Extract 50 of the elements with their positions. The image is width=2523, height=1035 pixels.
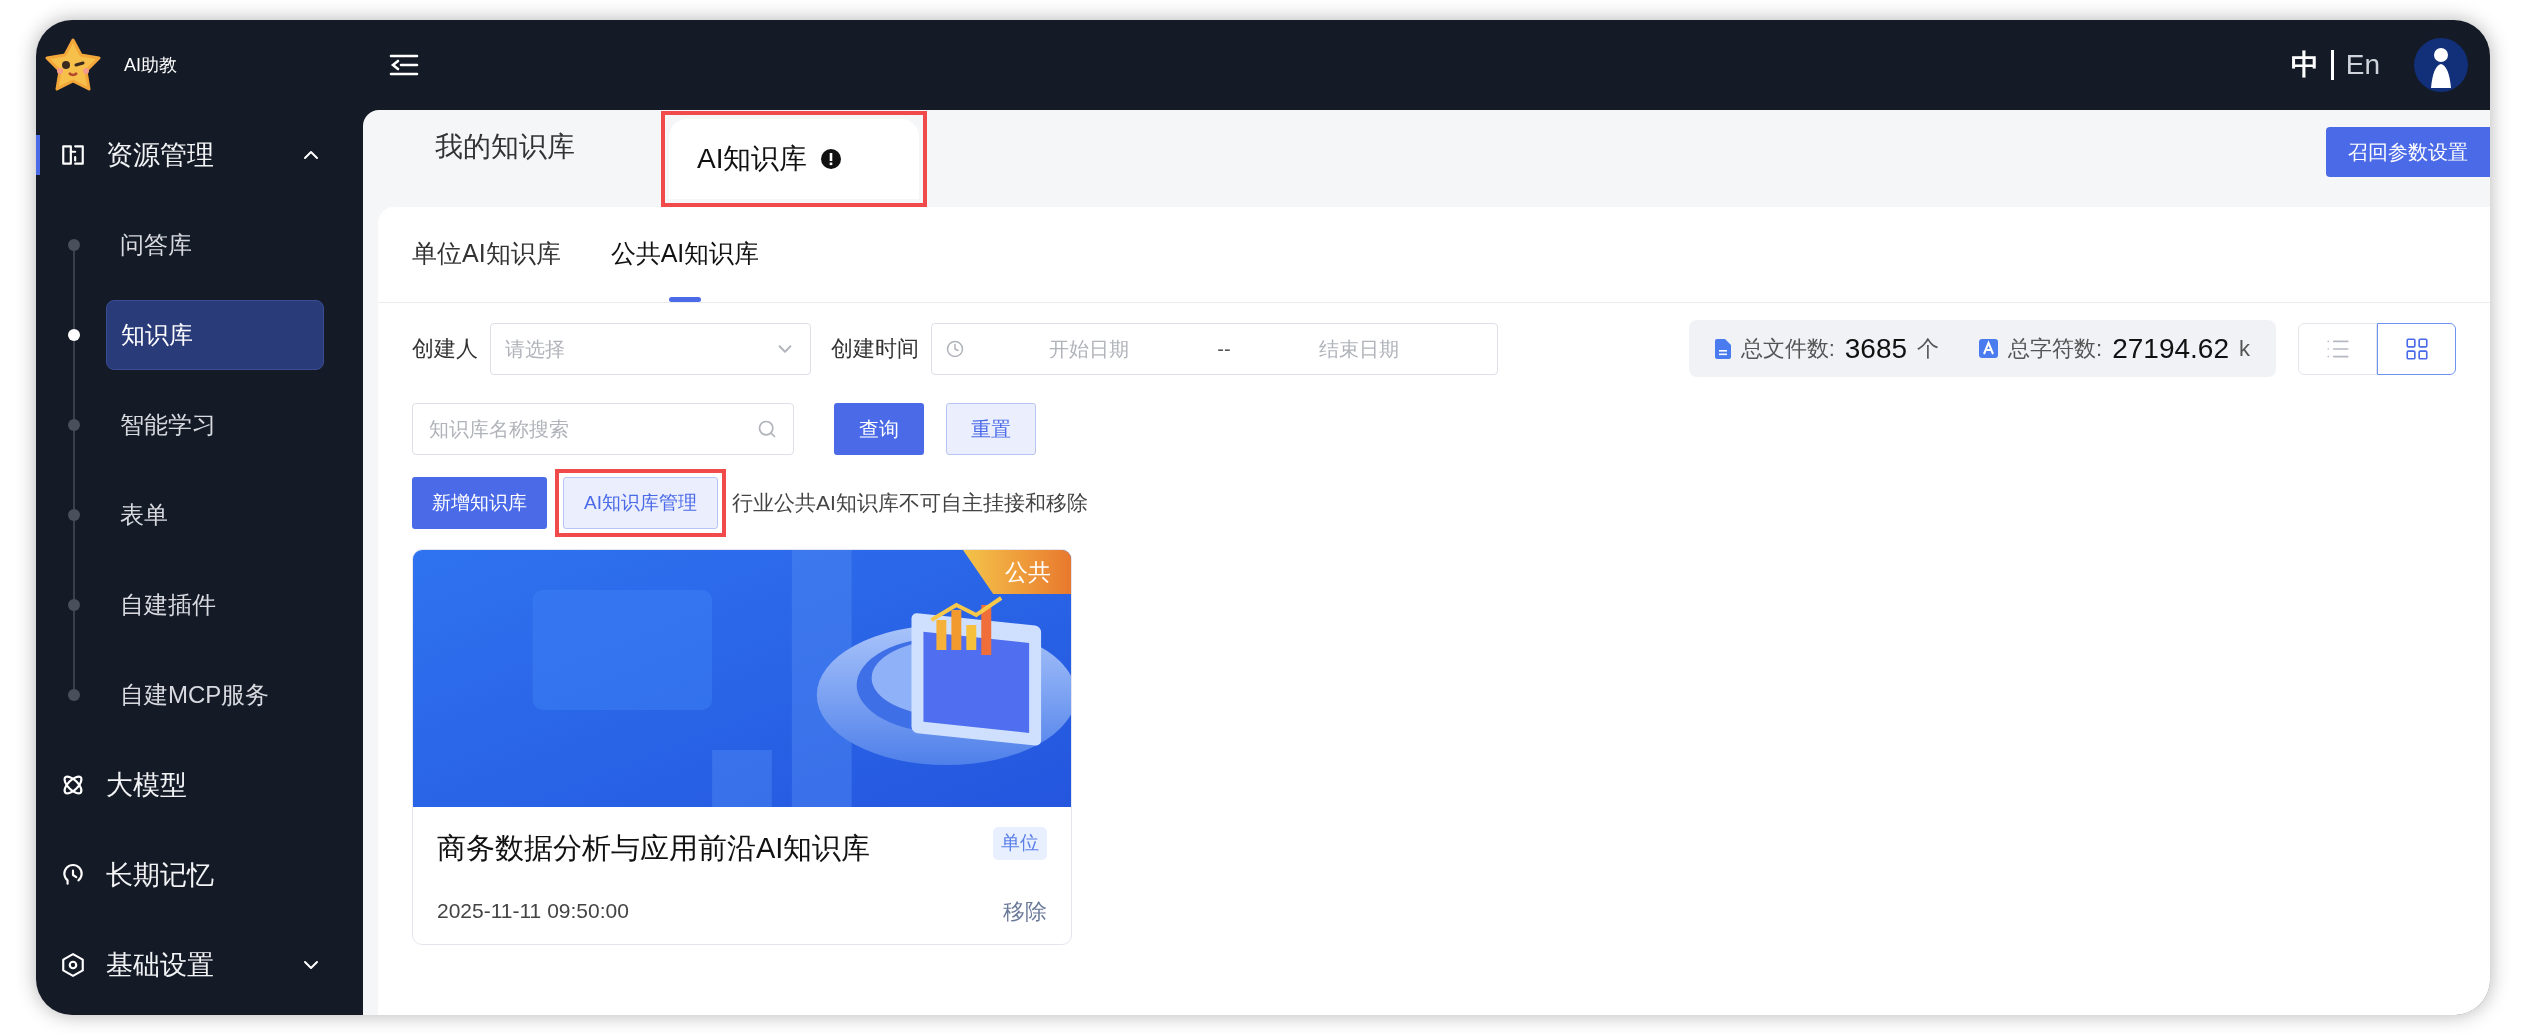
filter-label: 创建时间	[831, 335, 919, 363]
remove-link[interactable]: 移除	[1003, 894, 1047, 928]
card-title: 商务数据分析与应用前沿AI知识库	[437, 831, 872, 866]
stat-unit: 个	[1917, 335, 1940, 363]
date-range-field[interactable]: 开始日期 -- 结束日期	[931, 322, 1498, 375]
clock-head-icon	[60, 862, 86, 888]
menu-fold-icon[interactable]	[389, 53, 419, 77]
recall-settings-button[interactable]: 召回参数设置	[2326, 127, 2490, 177]
sub-tab[interactable]: 单位AI知识库	[412, 206, 561, 302]
star-mascot-icon	[44, 38, 102, 92]
unit-tag: 单位	[993, 827, 1047, 860]
language-option[interactable]: En	[2345, 44, 2380, 86]
submenu-item[interactable]: 问答库	[106, 210, 324, 280]
sidebar-menu-item[interactable]: 大模型	[36, 740, 363, 830]
card-date: 2025-11-11 09:50:00	[437, 898, 630, 925]
reset-button[interactable]: 重置	[946, 403, 1036, 455]
font-icon	[1979, 339, 1999, 358]
exclamation-icon	[821, 149, 842, 169]
hexagon-settings-icon	[60, 952, 86, 978]
stat-value: 27194.62	[2112, 331, 2229, 366]
submenu-item[interactable]: 知识库	[106, 300, 324, 370]
clock-icon	[946, 339, 964, 358]
submenu-item[interactable]: 智能学习	[106, 390, 324, 460]
submenu-item[interactable]: 自建插件	[106, 570, 324, 640]
tab[interactable]: 我的知识库	[407, 107, 603, 187]
add-knowledge-base-button[interactable]: 新增知识库	[412, 477, 547, 529]
notice-text: 行业公共AI知识库不可自主挂接和移除	[731, 490, 1088, 517]
sub-tab[interactable]: 公共AI知识库	[610, 206, 760, 302]
grid-view-button[interactable]	[2377, 322, 2456, 375]
sidebar-menu-item[interactable]: 长期记忆	[36, 830, 363, 920]
tab[interactable]: AI知识库	[669, 119, 919, 199]
document-icon	[1714, 338, 1731, 359]
knowledge-base-card[interactable]: 公共 商务数据分析与应用前沿AI知识库 单位 2025-11-11 09:50:00 移除	[412, 549, 1072, 945]
app-name: AI助教	[124, 53, 177, 77]
sidebar-menu-item[interactable]: 基础设置	[36, 920, 363, 1010]
stat-label: 总字符数:	[2008, 335, 2103, 363]
stat-label: 总文件数:	[1740, 335, 1835, 363]
manage-button[interactable]: AI知识库管理	[563, 477, 718, 529]
search-icon	[757, 419, 777, 439]
language-option[interactable]: 中	[2290, 44, 2319, 86]
submenu-item[interactable]: 自建MCP服务	[106, 660, 324, 730]
stat-value: 3685	[1844, 331, 1908, 366]
book-icon	[60, 142, 86, 168]
grid-icon	[2403, 335, 2430, 362]
stat-unit: k	[2239, 335, 2250, 363]
filter-label: 创建人	[412, 335, 478, 363]
sidebar-menu-item[interactable]: 资源管理	[36, 110, 363, 200]
submenu-item[interactable]: 表单	[106, 480, 324, 550]
user-avatar[interactable]	[2414, 38, 2468, 92]
query-button[interactable]: 查询	[834, 403, 924, 455]
